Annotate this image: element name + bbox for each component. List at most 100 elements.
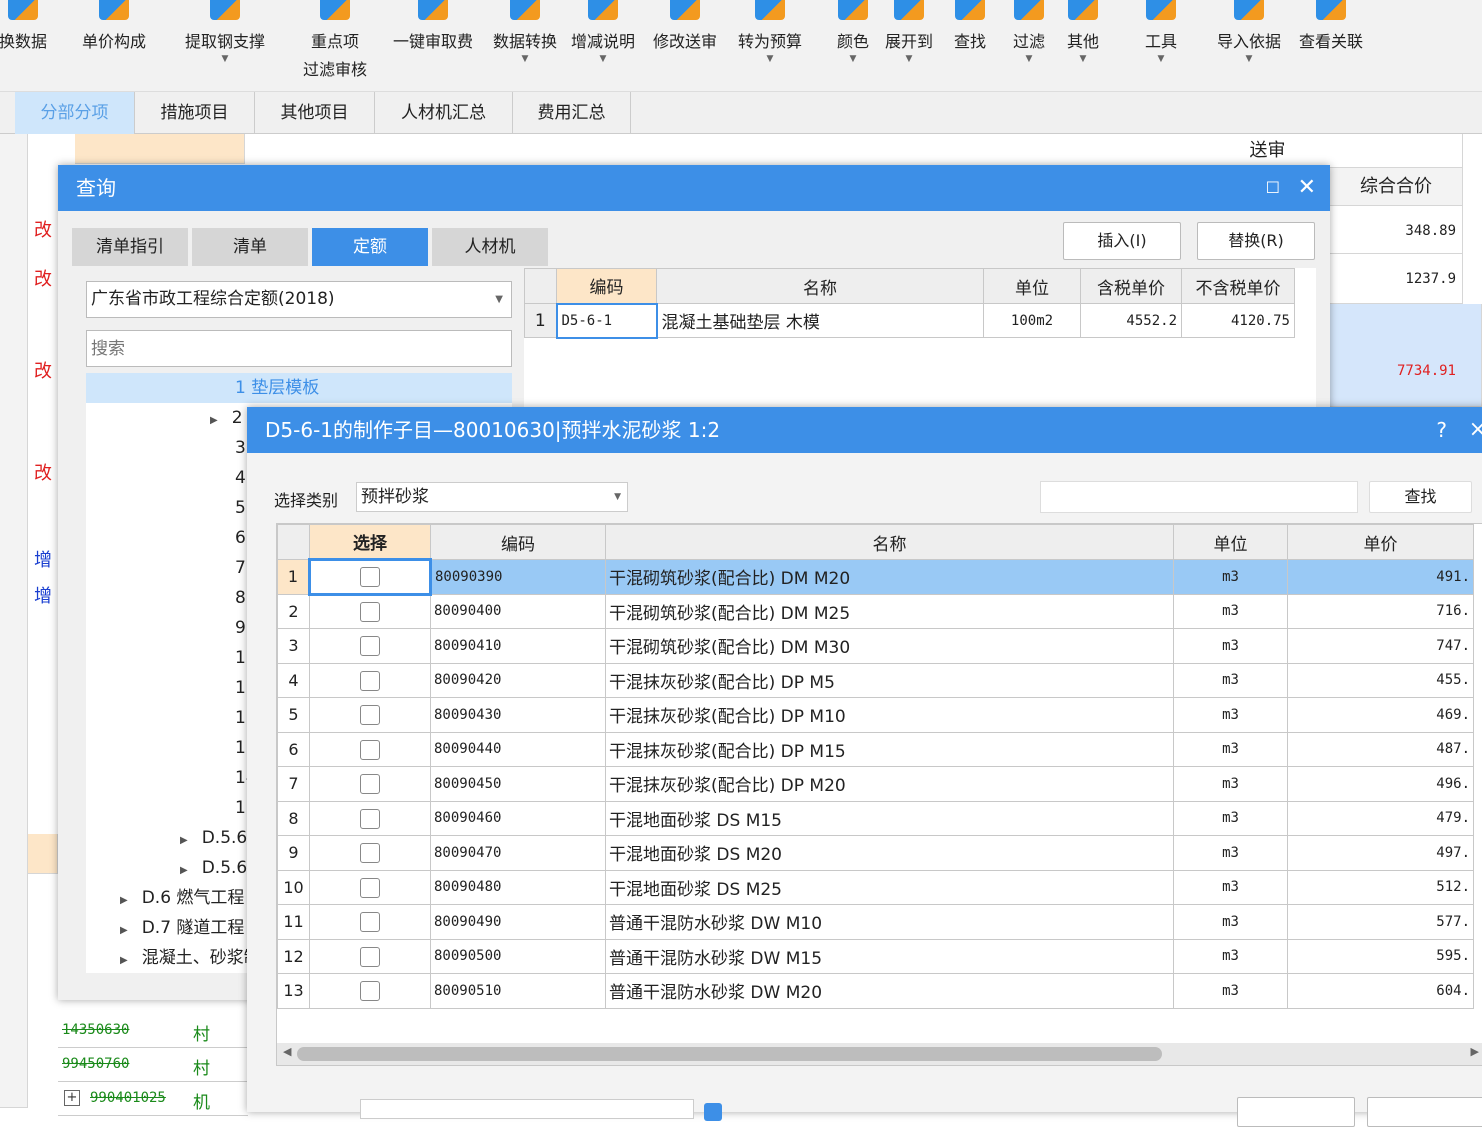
column-header[interactable]: 单价 [1287, 524, 1474, 560]
select-checkbox[interactable] [360, 912, 380, 932]
library-select[interactable]: 广东省市政工程综合定额(2018) ▼ [86, 281, 512, 318]
select-cell[interactable] [309, 800, 431, 836]
main-tab[interactable]: 措施项目 [135, 92, 255, 134]
select-checkbox[interactable] [360, 636, 380, 656]
main-tab[interactable]: 分部分项 [15, 92, 135, 134]
query-title-bar[interactable]: 查询 ☐ ✕ [58, 165, 1330, 211]
select-cell[interactable] [309, 835, 431, 871]
select-cell[interactable] [308, 558, 432, 596]
column-header[interactable]: 不含税单价 [1181, 268, 1295, 304]
select-cell[interactable] [309, 593, 431, 629]
background-row: +990401025 机 [58, 1082, 248, 1116]
scrollbar-thumb[interactable] [297, 1047, 1162, 1061]
table-row[interactable]: 6 80090440 干混抹灰砂浆(配合比) DP M15 m3 487. [277, 731, 1474, 767]
category-select[interactable]: 预拌砂浆 ▼ [356, 482, 628, 512]
table-row[interactable]: 9 80090470 干混地面砂浆 DS M20 m3 497. [277, 835, 1474, 871]
query-tab[interactable]: 清单 [192, 228, 308, 266]
column-header[interactable]: 含税单价 [1080, 268, 1182, 304]
toolbar-button[interactable]: 单价构成 [64, 0, 164, 52]
bottom-field[interactable] [360, 1099, 694, 1119]
table-row[interactable]: 3 80090410 干混砌筑砂浆(配合比) DM M30 m3 747. [277, 628, 1474, 664]
toolbar-button[interactable]: 提取钢支撑 ▼ [175, 0, 275, 64]
search-input[interactable] [86, 330, 512, 367]
table-row[interactable]: 5 80090430 干混抹灰砂浆(配合比) DP M10 m3 469. [277, 697, 1474, 733]
table-row[interactable]: 2 80090400 干混砌筑砂浆(配合比) DM M25 m3 716. [277, 593, 1474, 629]
table-row[interactable]: 7 80090450 干混抹灰砂浆(配合比) DP M20 m3 496. [277, 766, 1474, 802]
bottom-checkbox[interactable] [704, 1103, 722, 1121]
select-cell[interactable] [309, 766, 431, 802]
column-header[interactable]: 选择 [309, 524, 431, 560]
column-header[interactable]: 单位 [1173, 524, 1288, 560]
main-tab[interactable]: 费用汇总 [513, 92, 631, 134]
horizontal-scrollbar[interactable]: ◀ ▶ [277, 1043, 1482, 1065]
select-checkbox[interactable] [360, 567, 380, 587]
find-button[interactable]: 查找 [1369, 481, 1472, 513]
maximize-icon[interactable]: ☐ [1266, 165, 1280, 211]
toolbar-button[interactable]: 查看关联 [1281, 0, 1381, 52]
toolbar-button[interactable]: 换数据 [0, 0, 73, 52]
select-cell[interactable] [309, 938, 431, 974]
table-row[interactable]: 1 D5-6-1 混凝土基础垫层 木模 100m2 4552.2 4120.75 [524, 302, 1295, 339]
help-icon[interactable]: ? [1436, 407, 1447, 453]
select-checkbox[interactable] [360, 739, 380, 760]
table-row[interactable]: 1 80090390 干混砌筑砂浆(配合比) DM M20 m3 491. [277, 558, 1474, 596]
select-checkbox[interactable] [360, 602, 380, 622]
replace-button[interactable]: 替换(R) [1197, 222, 1315, 260]
close-icon[interactable]: × [1469, 407, 1482, 453]
select-checkbox[interactable] [360, 705, 380, 725]
select-checkbox[interactable] [360, 946, 380, 967]
select-cell[interactable] [309, 697, 431, 733]
table-row[interactable]: 13 80090510 普通干混防水砂浆 DW M20 m3 604. [277, 973, 1474, 1009]
scroll-right-icon[interactable]: ▶ [1471, 1045, 1479, 1058]
cell-code: 80090420 [430, 662, 606, 698]
select-cell[interactable] [309, 869, 431, 905]
expand-arrow-icon[interactable]: ▶ [120, 955, 128, 966]
expand-arrow-icon[interactable]: ▶ [120, 925, 128, 936]
column-header[interactable]: 单位 [983, 268, 1081, 304]
expand-arrow-icon[interactable]: ▶ [210, 415, 218, 426]
select-checkbox[interactable] [360, 877, 380, 898]
table-row[interactable]: 11 80090490 普通干混防水砂浆 DW M10 m3 577. [277, 904, 1474, 940]
expand-arrow-icon[interactable]: ▶ [180, 835, 188, 846]
select-checkbox[interactable] [360, 670, 380, 691]
query-tab[interactable]: 定额 [312, 228, 428, 266]
table-row[interactable]: 10 80090480 干混地面砂浆 DS M25 m3 512. [277, 869, 1474, 905]
select-cell[interactable] [309, 628, 431, 664]
close-icon[interactable]: ✕ [1298, 165, 1316, 211]
main-tab[interactable]: 其他项目 [255, 92, 375, 134]
select-checkbox[interactable] [360, 774, 380, 794]
scroll-left-icon[interactable]: ◀ [283, 1045, 291, 1058]
table-row[interactable]: 12 80090500 普通干混防水砂浆 DW M15 m3 595. [277, 938, 1474, 974]
query-tab[interactable]: 人材机 [432, 228, 548, 266]
toolbar-button[interactable]: 一键审取费 [383, 0, 483, 52]
select-cell[interactable] [309, 904, 431, 940]
select-checkbox[interactable] [360, 843, 380, 863]
toolbar-button[interactable]: 重点项 过滤审核 [285, 0, 385, 80]
expand-icon[interactable]: + [64, 1090, 80, 1106]
query-tab[interactable]: 清单指引 [72, 228, 188, 266]
sub-title-bar[interactable]: D5-6-1的制作子目—80010630|预拌水泥砂浆 1:2 ? × [247, 407, 1482, 453]
bottom-button[interactable] [1367, 1097, 1482, 1127]
select-checkbox[interactable] [360, 808, 380, 829]
expand-arrow-icon[interactable]: ▶ [180, 865, 188, 876]
table-row[interactable]: 4 80090420 干混抹灰砂浆(配合比) DP M5 m3 455. [277, 662, 1474, 698]
table-header: 选择 编码 名称 单位 单价 [277, 524, 1474, 560]
toolbar-button[interactable]: 工具 ▼ [1111, 0, 1211, 64]
cell-tax: 4552.2 [1080, 303, 1182, 338]
select-cell[interactable] [309, 973, 431, 1009]
select-checkbox[interactable] [360, 981, 380, 1001]
column-header[interactable]: 编码 [556, 268, 657, 304]
bottom-button[interactable] [1237, 1097, 1355, 1127]
insert-button[interactable]: 插入(I) [1063, 222, 1181, 260]
tree-node[interactable]: 1 垫层模板 [86, 373, 512, 403]
select-cell[interactable] [309, 662, 431, 698]
find-input[interactable] [1040, 481, 1358, 513]
main-tab[interactable]: 人材机汇总 [375, 92, 513, 134]
select-cell[interactable] [309, 731, 431, 767]
expand-arrow-icon[interactable]: ▶ [120, 895, 128, 906]
column-header[interactable]: 名称 [605, 524, 1174, 560]
column-header[interactable]: 名称 [656, 268, 984, 304]
column-header[interactable]: 编码 [430, 524, 606, 560]
table-row[interactable]: 8 80090460 干混地面砂浆 DS M15 m3 479. [277, 800, 1474, 836]
cell-code: 80090430 [430, 697, 606, 733]
